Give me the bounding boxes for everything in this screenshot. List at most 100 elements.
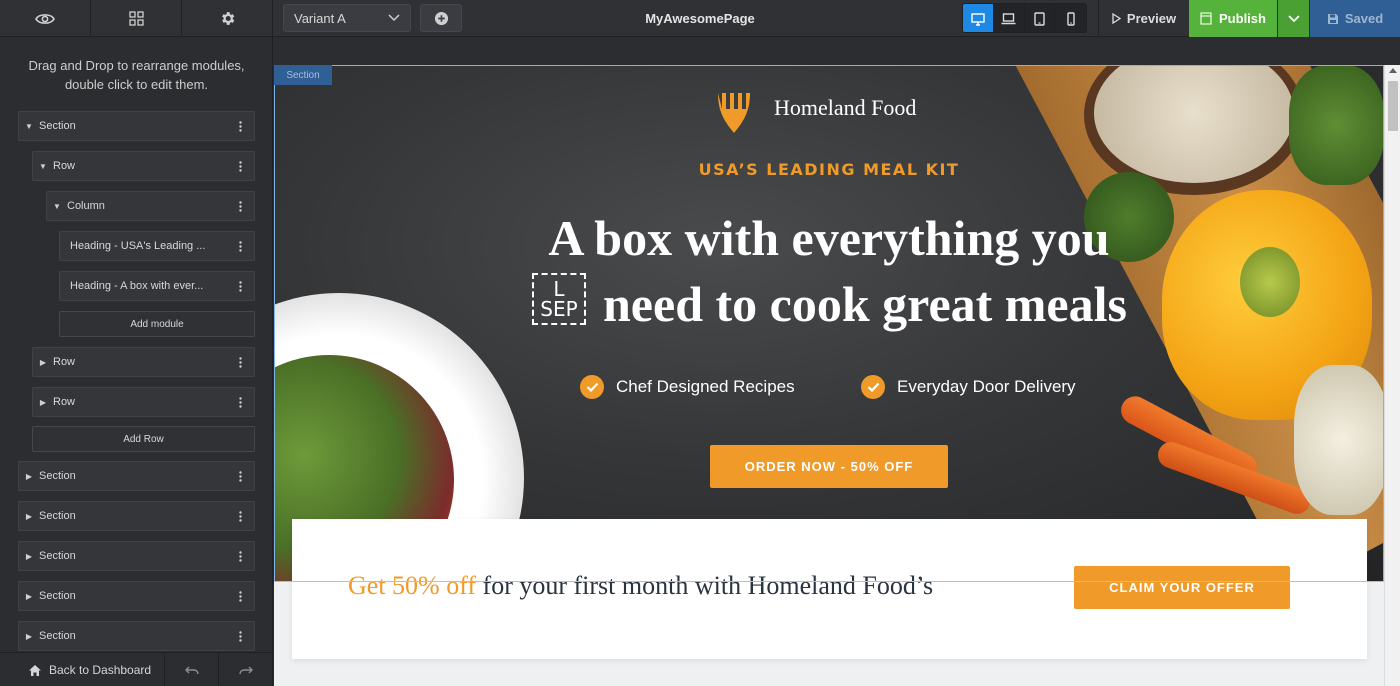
claim-offer-button[interactable]: CLAIM YOUR OFFER <box>1074 566 1290 609</box>
publish-options-button[interactable] <box>1278 0 1309 37</box>
mobile-view-button[interactable] <box>1055 4 1086 32</box>
publish-button[interactable]: Publish <box>1189 0 1277 37</box>
tree-row[interactable]: ▶ Row <box>32 347 255 377</box>
variant-select[interactable]: Variant A <box>283 4 411 32</box>
feature-item: Everyday Door Delivery <box>861 375 1076 399</box>
tree-section[interactable]: ▶ Section <box>18 461 255 491</box>
broccoli-image <box>1289 65 1384 185</box>
order-now-button[interactable]: ORDER NOW - 50% OFF <box>710 445 948 488</box>
more-vertical-icon[interactable] <box>226 630 254 642</box>
top-toolbar: Variant A MyAwesomePage Preview Publish … <box>0 0 1400 37</box>
undo-button[interactable] <box>165 653 219 686</box>
tree-item-label: Section <box>39 470 76 482</box>
more-vertical-icon[interactable] <box>226 590 254 602</box>
preview-label: Preview <box>1126 11 1177 26</box>
publish-label: Publish <box>1219 11 1266 26</box>
offer-highlight: Get 50% off <box>348 571 477 600</box>
tree-section[interactable]: ▼ Section <box>18 111 255 141</box>
tree-row[interactable]: ▶ Row <box>32 387 255 417</box>
caret-right-icon[interactable]: ▶ <box>19 632 39 641</box>
page-title: MyAwesomePage <box>645 11 755 26</box>
chevron-down-icon <box>388 14 400 22</box>
saved-label: Saved <box>1344 11 1384 26</box>
mobile-icon <box>1066 12 1075 26</box>
scroll-up-icon[interactable] <box>1389 68 1397 73</box>
desktop-view-button[interactable] <box>963 4 994 32</box>
device-switcher <box>962 3 1087 33</box>
tree-section[interactable]: ▶ Section <box>18 621 255 651</box>
tree-item-label: Row <box>53 356 76 368</box>
redo-icon <box>239 666 253 674</box>
variant-label: Variant A <box>294 10 346 26</box>
tree-item-label: Section <box>39 120 76 132</box>
feature-label: Everyday Door Delivery <box>897 377 1076 396</box>
tree-column[interactable]: ▼ Column <box>46 191 255 221</box>
eye-icon[interactable] <box>0 0 91 37</box>
hero-section[interactable]: Homeland Food USA’S LEADING MEAL KIT A b… <box>274 65 1384 582</box>
sep-glyph-top: L <box>553 277 565 301</box>
more-vertical-icon[interactable] <box>226 510 254 522</box>
pepper-stem-image <box>1240 247 1300 317</box>
caret-down-icon[interactable]: ▼ <box>47 202 67 211</box>
tablet-view-button[interactable] <box>1024 4 1056 32</box>
add-row-button[interactable]: Add Row <box>32 426 255 452</box>
plus-circle-icon <box>434 11 448 25</box>
tree-item-label: Section <box>39 550 76 562</box>
grid-icon[interactable] <box>91 0 182 37</box>
tree-heading-module[interactable]: Heading - USA's Leading ... <box>59 231 255 261</box>
tree-row[interactable]: ▼ Row <box>32 151 255 181</box>
more-vertical-icon[interactable] <box>226 470 254 482</box>
laptop-icon <box>1001 13 1016 25</box>
redo-button[interactable] <box>219 653 273 686</box>
feature-item: Chef Designed Recipes <box>580 375 795 399</box>
caret-right-icon[interactable]: ▶ <box>19 472 39 481</box>
tree-item-label: Heading - A box with ever... <box>70 280 204 292</box>
canvas-top-strip <box>274 37 1400 65</box>
gear-icon[interactable] <box>182 0 273 37</box>
more-vertical-icon[interactable] <box>226 200 254 212</box>
add-module-button[interactable]: Add module <box>59 311 255 337</box>
scroll-thumb[interactable] <box>1388 81 1398 131</box>
tree-heading-module[interactable]: Heading - A box with ever... <box>59 271 255 301</box>
tree-item-label: Heading - USA's Leading ... <box>70 240 206 252</box>
back-to-dashboard-button[interactable]: Back to Dashboard <box>0 653 165 686</box>
more-vertical-icon[interactable] <box>226 160 254 172</box>
more-vertical-icon[interactable] <box>226 240 254 252</box>
caret-right-icon[interactable]: ▶ <box>33 358 53 367</box>
structure-sidebar: Drag and Drop to rearrange modules, doub… <box>0 37 273 686</box>
tree-section[interactable]: ▶ Section <box>18 581 255 611</box>
more-vertical-icon[interactable] <box>226 356 254 368</box>
caret-right-icon[interactable]: ▶ <box>19 512 39 521</box>
laptop-view-button[interactable] <box>993 4 1025 32</box>
add-variant-button[interactable] <box>420 4 462 32</box>
publish-icon <box>1200 12 1212 25</box>
canvas-scrollbar[interactable] <box>1384 65 1400 686</box>
brand-name[interactable]: Homeland Food <box>774 95 916 121</box>
headline-line-1: A box with everything you <box>548 210 1110 266</box>
tree-item-label: Row <box>53 396 76 408</box>
caret-down-icon[interactable]: ▼ <box>33 162 53 171</box>
tree-item-label: Column <box>67 200 105 212</box>
saved-button[interactable]: Saved <box>1310 0 1400 37</box>
caret-right-icon[interactable]: ▶ <box>19 552 39 561</box>
sidebar-help-text: Drag and Drop to rearrange modules, doub… <box>28 58 245 92</box>
offer-banner[interactable]: Get 50% off for your first month with Ho… <box>292 519 1367 659</box>
more-vertical-icon[interactable] <box>226 396 254 408</box>
preview-button[interactable]: Preview <box>1098 0 1189 37</box>
main-headline[interactable]: A box with everything you need to cook g… <box>514 205 1144 337</box>
more-vertical-icon[interactable] <box>226 550 254 562</box>
section-tag[interactable]: Section <box>274 65 332 85</box>
offer-rest: for your first month with Homeland Food’… <box>476 571 934 600</box>
caret-right-icon[interactable]: ▶ <box>19 592 39 601</box>
back-label: Back to Dashboard <box>49 663 152 677</box>
more-vertical-icon[interactable] <box>226 120 254 132</box>
kicker-heading[interactable]: USA’S LEADING MEAL KIT <box>574 160 1084 179</box>
editor-canvas: Homeland Food USA’S LEADING MEAL KIT A b… <box>274 37 1400 686</box>
more-vertical-icon[interactable] <box>226 280 254 292</box>
save-icon <box>1327 13 1338 24</box>
tree-section[interactable]: ▶ Section <box>18 501 255 531</box>
caret-right-icon[interactable]: ▶ <box>33 398 53 407</box>
tree-section[interactable]: ▶ Section <box>18 541 255 571</box>
checkmark-icon <box>580 375 604 399</box>
caret-down-icon[interactable]: ▼ <box>19 122 39 131</box>
